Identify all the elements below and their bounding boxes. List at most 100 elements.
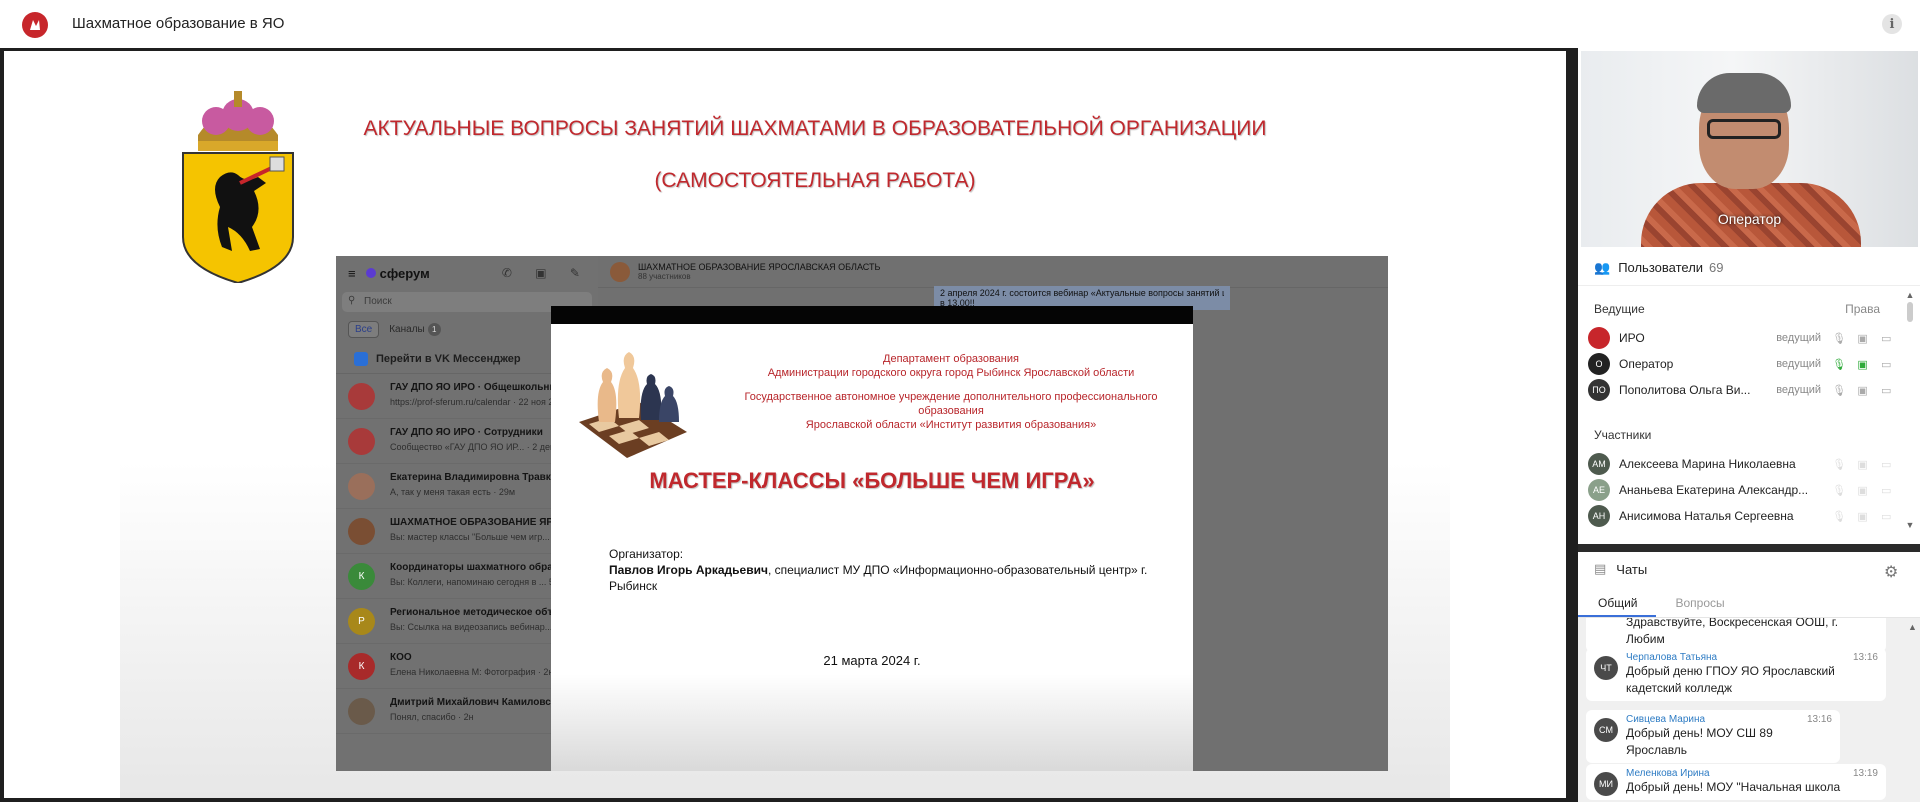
chats-header: ▤ Чаты ⚙ [1578, 544, 1920, 586]
poster-black-bar [551, 306, 1193, 324]
sferum-chat-header: ШАХМАТНОЕ ОБРАЗОВАНИЕ ЯРОСЛАВСКАЯ ОБЛАСТ… [598, 256, 1388, 288]
user-role: ведущий [1776, 332, 1822, 344]
screen-share-icon[interactable]: ▭ [1874, 384, 1898, 397]
sferum-avatar [348, 428, 375, 455]
tab-channels: Каналы 1 [389, 322, 441, 336]
inst-line1: Государственное автономное учреждение до… [744, 391, 1158, 417]
mic-icon[interactable]: 🎙 [1827, 384, 1851, 397]
screen-share-icon[interactable]: ▭ [1874, 510, 1898, 523]
chat-message: ЧТ Черпалова Татьяна 13:16 Добрый деню ГПОУ… [1586, 648, 1886, 701]
mic-icon[interactable]: 🎙 [1827, 510, 1851, 523]
avatar: АН [1588, 505, 1610, 527]
mic-icon[interactable]: 🎙 [1827, 358, 1851, 371]
search-placeholder: Поиск [364, 296, 392, 307]
sferum-avatar: К [348, 563, 375, 590]
poster-institute: Государственное автономное учреждение до… [711, 390, 1191, 432]
poster-bottom [551, 674, 1193, 771]
sferum-avatar [348, 383, 375, 410]
mic-icon[interactable]: 🎙 [1827, 458, 1851, 471]
chat-icon: ▤ [1594, 561, 1607, 576]
chat-scroll-up-icon[interactable]: ▲ [1908, 622, 1917, 632]
avatar: О [1588, 353, 1610, 375]
tab-all: Все [348, 320, 380, 338]
camera-icon[interactable]: ▣ [1851, 358, 1875, 371]
sferum-avatar: К [348, 653, 375, 680]
slide-title: АКТУАЛЬНЫЕ ВОПРОСЫ ЗАНЯТИЙ ШАХМАТАМИ В О… [363, 117, 1267, 140]
screen-share-icon[interactable]: ▭ [1874, 332, 1898, 345]
user-name: Оператор [1619, 357, 1674, 371]
video-label: Оператор [1717, 211, 1782, 227]
sferum-avatar [348, 473, 375, 500]
slide-subtitle: (САМОСТОЯТЕЛЬНАЯ РАБОТА) [654, 169, 976, 192]
rights-label: Права [1845, 302, 1880, 316]
coat-of-arms-icon [182, 91, 294, 283]
sferum-logo-icon [365, 268, 376, 278]
avatar: МИ [1594, 772, 1618, 796]
screen-share-icon[interactable]: ▭ [1874, 458, 1898, 471]
app-logo-icon [22, 12, 48, 38]
avatar: СМ [1594, 718, 1618, 742]
dep-line2: Администрации городского округа город Ры… [767, 367, 1135, 379]
message-author: Меленкова Ирина [1626, 768, 1710, 779]
mic-icon[interactable]: 🎙 [1827, 332, 1851, 345]
users-header[interactable]: 👥 Пользователи 69 [1578, 250, 1920, 286]
message-author: Сивцева Марина [1626, 714, 1706, 725]
user-name: Ананьева Екатерина Александр... [1619, 483, 1809, 497]
sferum-avatar [348, 698, 375, 725]
message-text: Добрый день! МОУ "Начальная школа [1626, 780, 1841, 794]
pinned-msg-line1: 2 апреля 2024 г. состоится вебинар «Акту… [940, 288, 1224, 298]
user-name: Пополитова Ольга Ви... [1619, 383, 1751, 397]
presentation-stage: АКТУАЛЬНЫЕ ВОПРОСЫ ЗАНЯТИЙ ШАХМАТАМИ В О… [4, 51, 1566, 798]
sferum-screenshot: ≡ сферум ✆ ▣ ✎ ⚲ Поиск Все Каналы 1 Перей… [336, 256, 1388, 771]
camera-icon[interactable]: ▣ [1851, 384, 1875, 397]
message-time: 13:19 [1852, 768, 1878, 779]
users-scrollbar[interactable]: ▲ ▼ [1905, 290, 1915, 536]
camera-icon[interactable]: ▣ [1851, 510, 1875, 523]
screen-share-icon[interactable]: ▭ [1874, 358, 1898, 371]
users-title: Пользователи [1618, 260, 1704, 275]
info-icon[interactable]: i [1882, 14, 1902, 34]
gear-icon[interactable]: ⚙ [1884, 562, 1904, 582]
camera-icon[interactable]: ▣ [1851, 484, 1875, 497]
video-tile[interactable]: Оператор [1581, 51, 1918, 247]
tab-general[interactable]: Общий [1578, 590, 1656, 617]
message-text: Добрый день! МОУ СШ 89 Ярославль [1626, 726, 1773, 757]
mic-icon[interactable]: 🎙 [1827, 484, 1851, 497]
message-text: Здравствуйте, Воскресенская ООШ, г. Люби… [1626, 618, 1839, 646]
vk-link-label: Перейти в VK Мессенджер [376, 352, 521, 365]
message-time: 13:16 [1852, 652, 1878, 663]
tab-questions[interactable]: Вопросы [1656, 590, 1743, 617]
users-list: Ведущие Права ИРО ведущий 🎙 ▣ ▭ О Оператор веду… [1578, 288, 1920, 538]
chevron-up-icon: ▲ [1905, 290, 1915, 300]
chat-messages: Здравствуйте, Воскресенская ООШ, г. Люби… [1578, 618, 1920, 802]
screen-share-icon[interactable]: ▭ [1874, 484, 1898, 497]
top-bar: Шахматное образование в ЯО i [0, 0, 1920, 48]
host-row[interactable]: О Оператор ведущий 🎙 ▣ ▭ [1588, 350, 1898, 378]
participant-row[interactable]: АЕ Ананьева Екатерина Александр... 🎙 ▣ ▭ [1588, 476, 1898, 504]
chats-title: Чаты [1616, 561, 1648, 577]
avatar [1588, 327, 1610, 349]
camera-icon[interactable]: ▣ [1851, 332, 1875, 345]
chevron-down-icon: ▼ [1905, 520, 1915, 530]
sferum-app-name: сферум [379, 265, 430, 281]
participant-row[interactable]: АМ Алексеева Марина Николаевна 🎙 ▣ ▭ [1588, 450, 1898, 478]
users-icon: 👥 [1594, 259, 1611, 275]
sferum-chat-title: ШАХМАТНОЕ ОБРАЗОВАНИЕ ЯРОСЛАВСКАЯ ОБЛАСТ… [638, 262, 881, 272]
inst-line2: Ярославской области «Институт развития о… [805, 419, 1097, 431]
poster-department: Департамент образования Администрации го… [721, 352, 1181, 380]
participant-row[interactable]: АН Анисимова Наталья Сергеевна 🎙 ▣ ▭ [1588, 502, 1898, 530]
chat-message: Здравствуйте, Воскресенская ООШ, г. Люби… [1586, 618, 1886, 652]
avatar: АМ [1588, 453, 1610, 475]
avatar: ПО [1588, 379, 1610, 401]
camera-icon[interactable]: ▣ [1851, 458, 1875, 471]
sferum-avatar [348, 518, 375, 545]
poster: Департамент образования Администрации го… [551, 306, 1193, 674]
poster-date: 21 марта 2024 г. [823, 653, 921, 668]
sferum-chat-members: 88 участников [638, 272, 691, 281]
organizer-name: Павлов Игорь Аркадьевич [609, 563, 768, 577]
chess-pieces-icon [579, 352, 687, 458]
host-row[interactable]: ИРО ведущий 🎙 ▣ ▭ [1588, 324, 1898, 352]
host-row[interactable]: ПО Пополитова Ольга Ви... ведущий 🎙 ▣ ▭ [1588, 376, 1898, 404]
poster-headline: МАСТЕР-КЛАССЫ «БОЛЬШЕ ЧЕМ ИГРА» [649, 468, 1095, 493]
poster-organizer: Организатор: Павлов Игорь Аркадьевич, сп… [609, 546, 1193, 594]
